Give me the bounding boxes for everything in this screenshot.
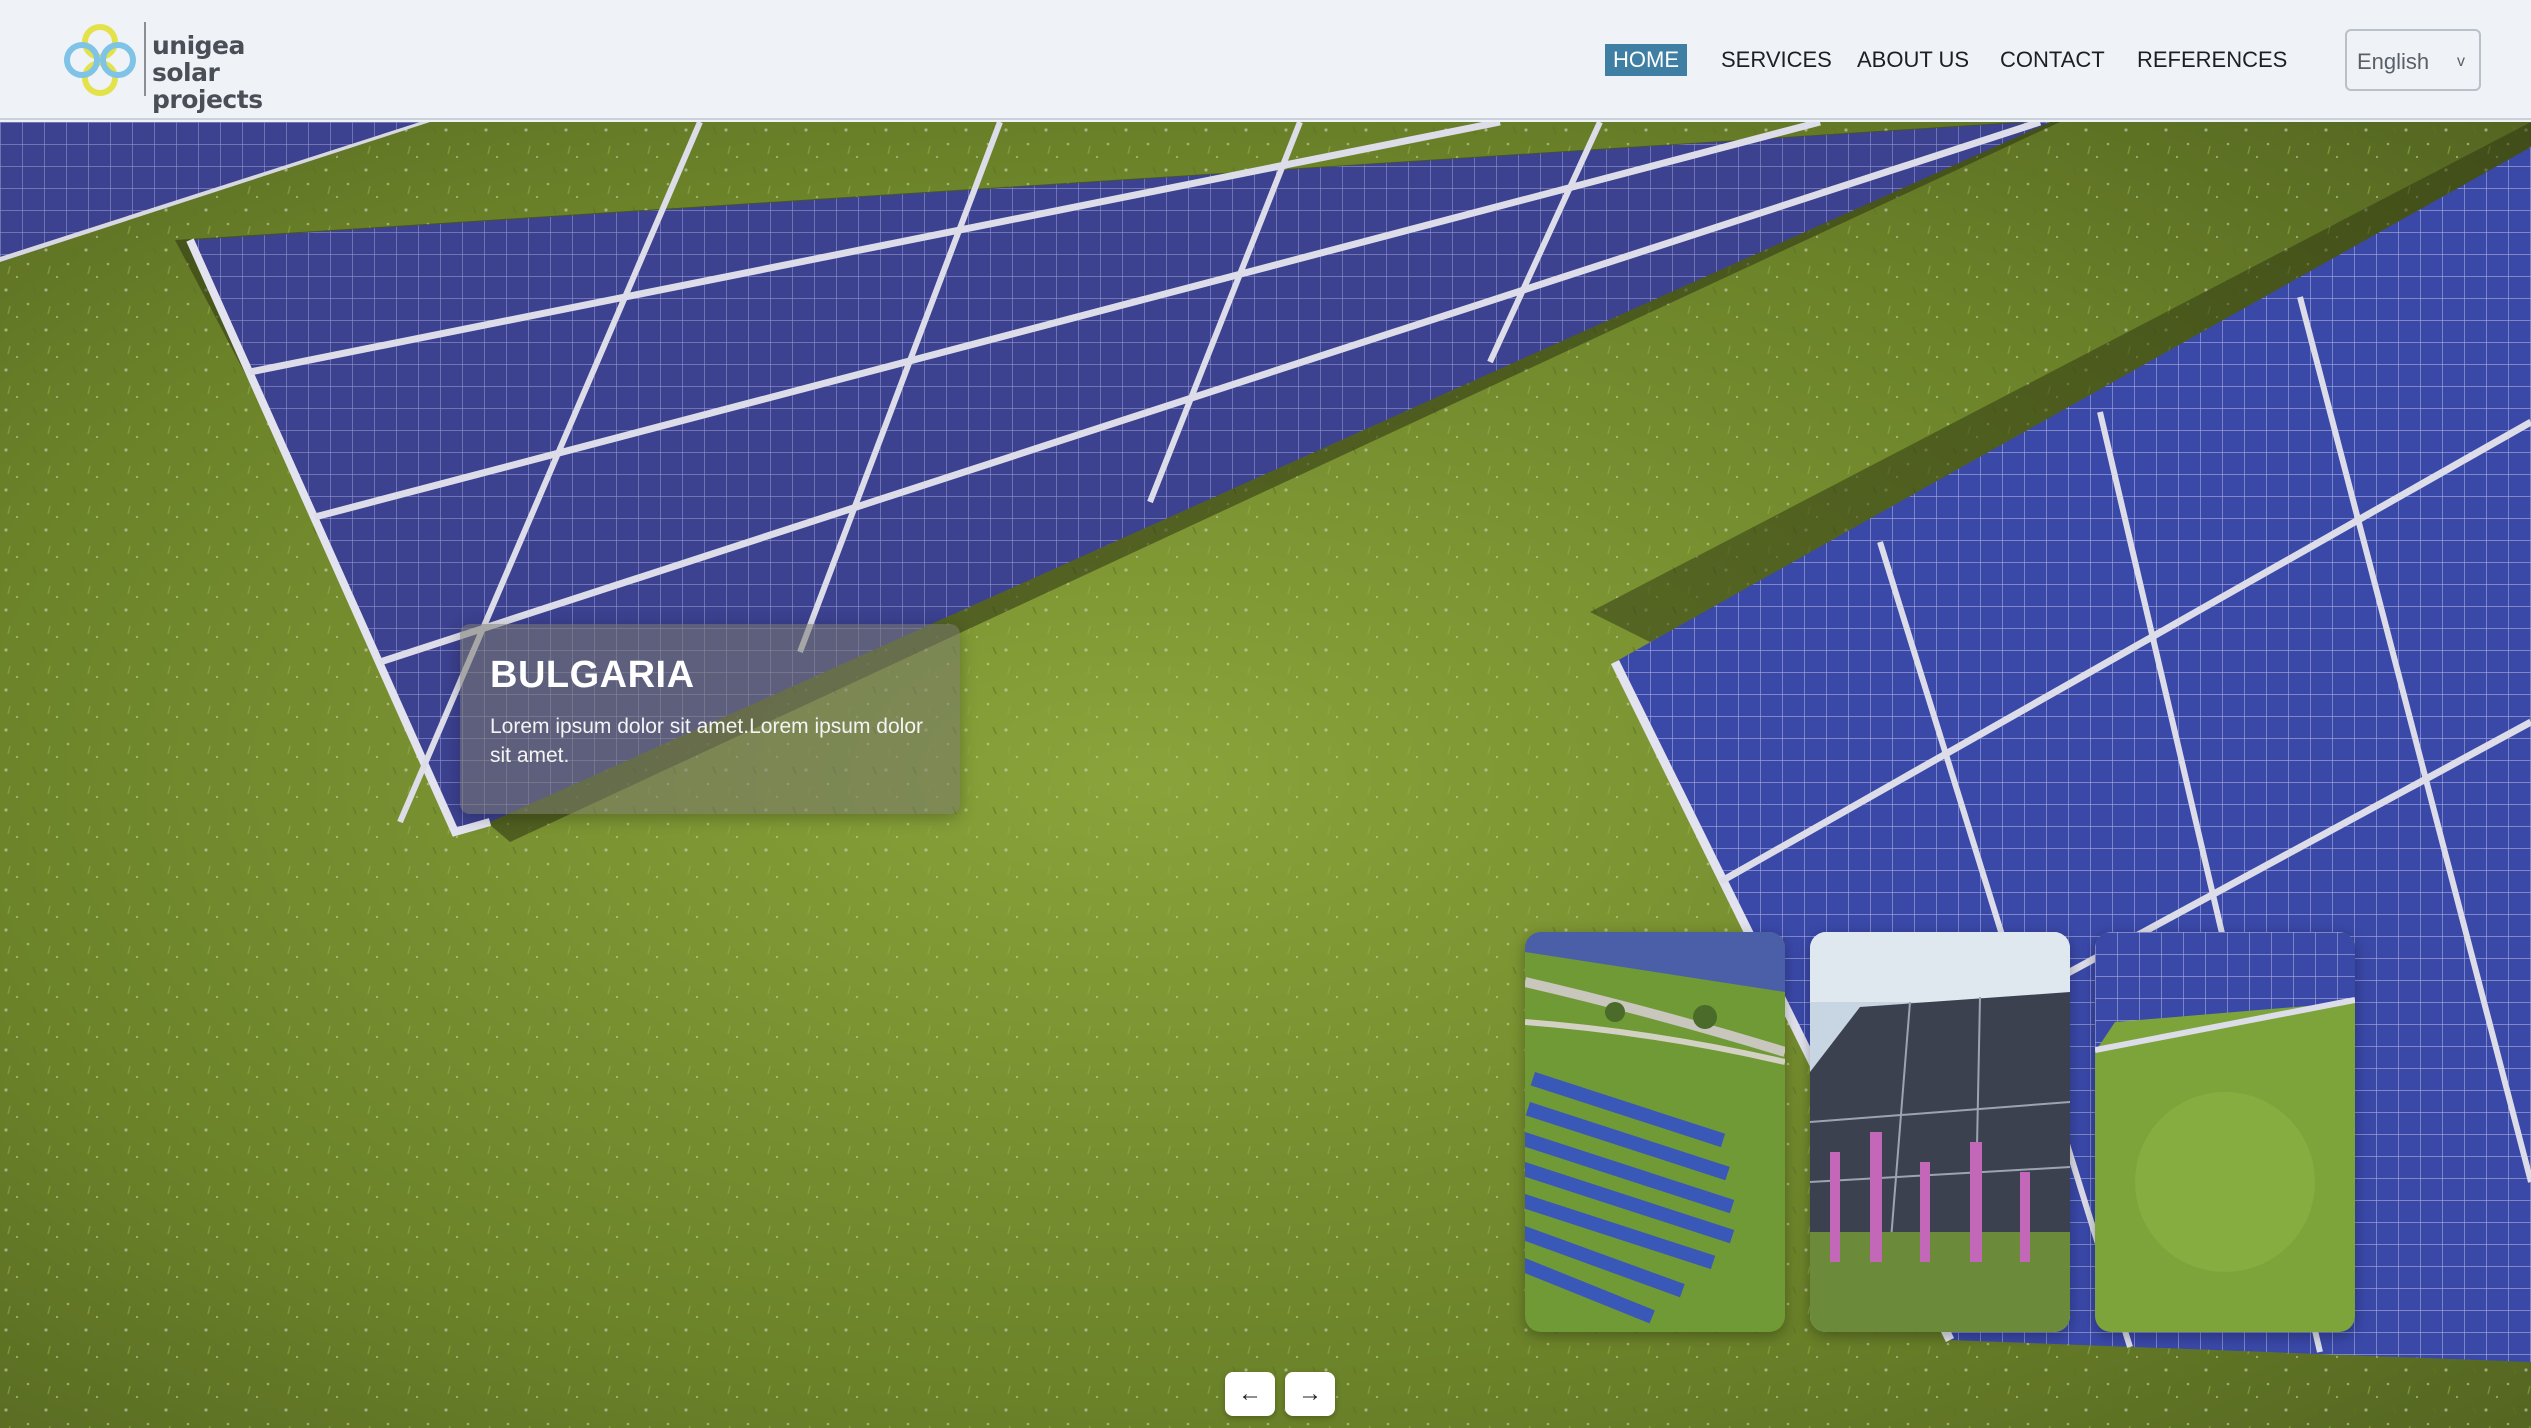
arrow-left-icon: ←	[1238, 1380, 1262, 1407]
language-select[interactable]: English v	[2345, 29, 2481, 91]
nav-item-about-us[interactable]: ABOUT US	[1857, 44, 1969, 76]
slide-title: BULGARIA	[490, 654, 695, 696]
nav-item-services[interactable]: SERVICES	[1721, 44, 1832, 76]
solar-panels-grass-image	[2095, 932, 2355, 1332]
prev-slide-button[interactable]: ←	[1225, 1372, 1275, 1416]
solar-panels-grass-thumbnail[interactable]	[2095, 932, 2355, 1332]
site-header: unigea solar projects HOME SERVICES ABOU…	[0, 0, 2531, 120]
aerial-solar-farm-image	[1525, 932, 1785, 1332]
aerial-solar-farm-thumbnail[interactable]	[1525, 932, 1785, 1332]
nav-item-home[interactable]: HOME	[1605, 44, 1687, 76]
nav-item-contact[interactable]: CONTACT	[2000, 44, 2105, 76]
slide-description: Lorem ipsum dolor sit amet.Lorem ipsum d…	[490, 715, 924, 767]
solar-panels-flowers-thumbnail[interactable]	[1810, 932, 2070, 1332]
logo-text-line2: projects	[152, 85, 263, 114]
logo-text-line1: unigea solar	[152, 31, 245, 87]
logo-text: unigea solar projects	[152, 32, 290, 113]
nav-item-references[interactable]: REFERENCES	[2137, 44, 2287, 76]
logo[interactable]: unigea solar projects	[60, 18, 290, 113]
arrow-right-icon: →	[1298, 1380, 1322, 1407]
logo-divider	[144, 22, 146, 96]
slide-caption: BULGARIA Lorem ipsum dolor sit amet.Lore…	[460, 624, 960, 814]
language-select-value: English	[2357, 49, 2430, 74]
four-ring-clover-logo-icon	[64, 24, 136, 96]
next-slide-button[interactable]: →	[1285, 1372, 1335, 1416]
solar-panels-flowers-image	[1810, 932, 2070, 1332]
chevron-down-icon: v	[2457, 53, 2465, 70]
hero-slider: BULGARIA Lorem ipsum dolor sit amet.Lore…	[0, 122, 2531, 1428]
